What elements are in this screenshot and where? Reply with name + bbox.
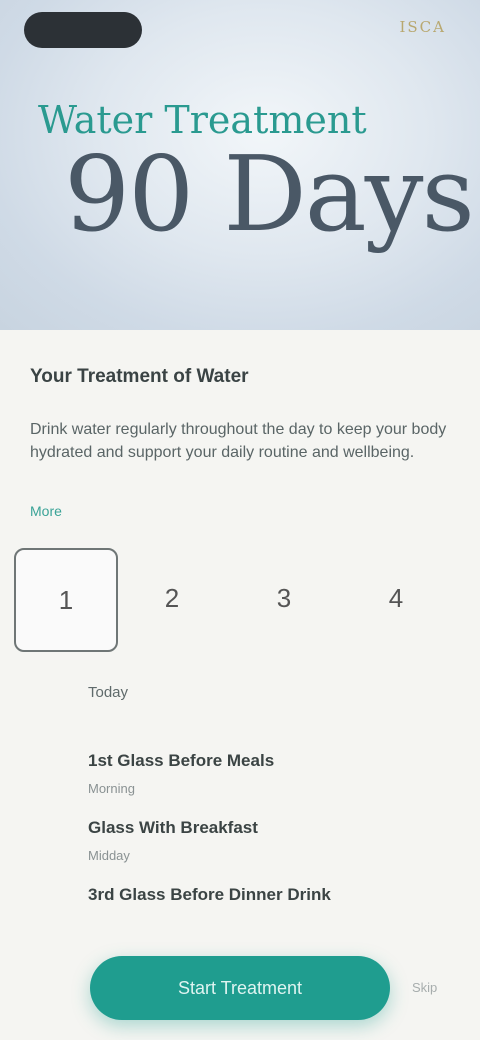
step-selector: 1 2 3 4 bbox=[10, 548, 480, 652]
list-item[interactable]: 3rd Glass Before Dinner Drink bbox=[88, 885, 428, 905]
schedule-label: Today bbox=[88, 684, 129, 701]
back-pill-button[interactable] bbox=[24, 12, 142, 48]
hero-banner: ISCA Water Treatment 90 Days bbox=[0, 0, 480, 330]
list-item[interactable]: 1st Glass Before Meals Morning bbox=[88, 751, 428, 796]
step-2[interactable]: 2 bbox=[122, 548, 222, 648]
start-treatment-button[interactable]: Start Treatment bbox=[90, 956, 390, 1020]
step-3[interactable]: 3 bbox=[234, 548, 334, 648]
brand-mark: ISCA bbox=[399, 18, 446, 36]
step-4[interactable]: 4 bbox=[346, 548, 446, 648]
program-description: Drink water regularly throughout the day… bbox=[30, 421, 447, 461]
more-link[interactable]: More bbox=[30, 503, 62, 519]
list-item-subtitle: Midday bbox=[88, 848, 130, 863]
list-item-subtitle: Morning bbox=[88, 781, 135, 796]
skip-link[interactable]: Skip bbox=[412, 980, 437, 995]
step-1[interactable]: 1 bbox=[14, 548, 118, 652]
hero-headline: 90 Days bbox=[64, 133, 475, 255]
program-title: Your Treatment of Water bbox=[30, 366, 249, 387]
schedule-list: Today 1st Glass Before Meals Morning Gla… bbox=[88, 684, 428, 927]
list-item-title: 3rd Glass Before Dinner Drink bbox=[88, 885, 331, 904]
list-item-title: 1st Glass Before Meals bbox=[88, 751, 275, 770]
list-item-title: Glass With Breakfast bbox=[88, 818, 258, 837]
list-item[interactable]: Glass With Breakfast Midday bbox=[88, 818, 428, 863]
